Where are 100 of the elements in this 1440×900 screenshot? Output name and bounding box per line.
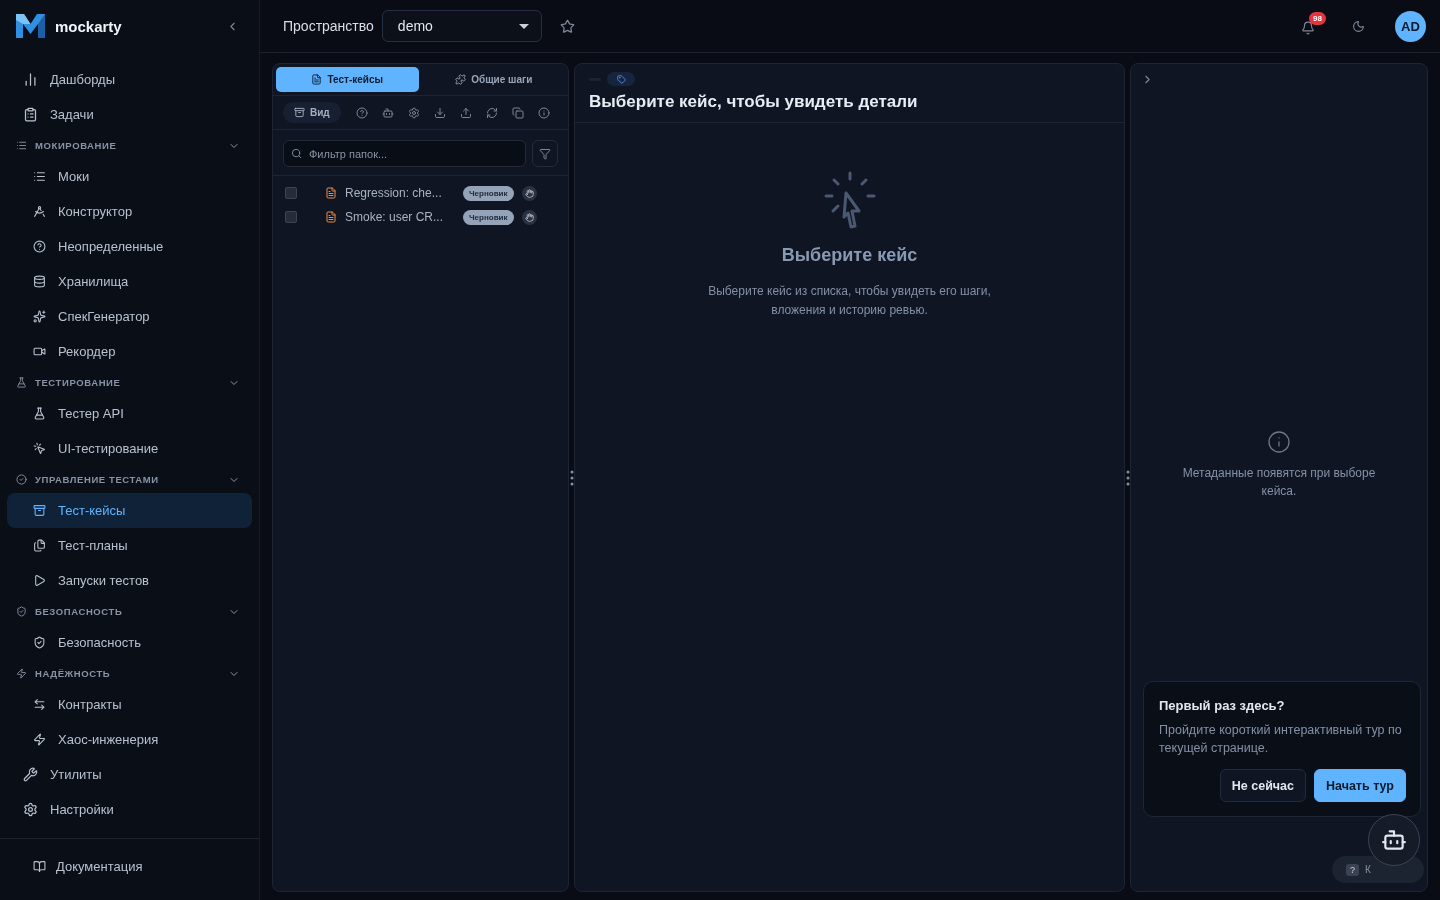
sidebar-section-header[interactable]: УПРАВЛЕНИЕ ТЕСТАМИ [7,466,252,493]
notifications-button[interactable]: 98 [1296,12,1326,40]
sidebar-item[interactable]: Тестер API [7,396,252,431]
document-icon [311,74,323,85]
hand-icon[interactable] [521,185,537,201]
sidebar-item[interactable]: Тест-кейсы [7,493,252,528]
detail-title: Выберите кейс, чтобы увидеть детали [589,92,919,112]
sidebar-item[interactable]: Конструктор [7,194,252,229]
clipboard-icon [23,107,38,122]
documentation-link[interactable]: Документация [0,838,259,894]
sidebar-item[interactable]: Хаос-инженерия [7,722,252,757]
dismiss-button[interactable]: Не сейчас [1219,769,1306,802]
document-icon [325,187,337,199]
robot-icon [1381,827,1407,853]
sidebar-item[interactable]: Дашборды [7,62,252,97]
funnel-icon [539,147,551,160]
sidebar-item[interactable]: Неопределенные [7,229,252,264]
resize-handle-icon[interactable] [569,469,574,486]
pointer-click-icon [33,442,46,455]
help-icon [33,240,46,253]
star-icon [559,18,575,34]
download-icon[interactable] [433,106,446,119]
status-badge: Черновик [463,209,514,225]
row-checkbox[interactable] [285,187,297,199]
sidebar-section-header[interactable]: НАДЁЖНОСТЬ [7,660,252,687]
document-icon [325,211,337,223]
check-circle-icon [16,474,27,485]
robot-icon[interactable] [381,106,394,119]
metadata-empty-text: Метаданные появятся при выборе кейса. [1181,464,1377,500]
sidebar-item[interactable]: Запуски тестов [7,563,252,598]
tour-text: Пройдите короткий интерактивный тур по текущей странице. [1159,722,1403,757]
sidebar-item[interactable]: Контракты [7,687,252,722]
flask-icon [33,407,46,420]
help-icon[interactable] [355,106,368,119]
list-icon [33,170,46,183]
sidebar-section-header[interactable]: МОКИРОВАНИЕ [7,132,252,159]
sidebar-item[interactable]: UI-тестирование [7,431,252,466]
shield-icon [16,606,27,617]
archive-icon [33,504,46,517]
status-badge: Черновик [463,185,514,201]
info-icon [1267,429,1291,454]
arrows-icon [33,698,46,711]
test-case-title[interactable]: Smoke: user CR... [345,210,455,224]
sidebar-item[interactable]: Рекордер [7,334,252,369]
test-case-title[interactable]: Regression: che... [345,186,455,200]
search-icon [291,148,302,159]
brand-name: mockarty [55,17,123,35]
user-avatar[interactable]: AD [1395,10,1426,42]
filter-button[interactable] [532,140,558,167]
archive-icon [294,107,305,118]
upload-icon[interactable] [459,106,472,119]
sidebar-item[interactable]: Безопасность [7,625,252,660]
workspace-select[interactable]: demo [381,10,542,42]
refresh-icon[interactable] [485,106,498,119]
copy-icon[interactable] [511,106,524,119]
workspace-label: Пространство [283,18,374,34]
hand-icon[interactable] [521,209,537,225]
lightning-icon [16,668,27,679]
sidebar-item[interactable]: Задачи [7,97,252,132]
resize-handle-icon[interactable] [1125,469,1130,486]
row-checkbox[interactable] [285,211,297,223]
sidebar-item[interactable]: СпекГенератор [7,299,252,334]
view-button[interactable]: Вид [283,102,341,123]
pointer-click-icon [823,171,876,231]
settings-icon [23,802,38,817]
tab[interactable]: Тест-кейсы [276,67,419,92]
bar-chart-icon [23,72,38,87]
list-icon [16,140,27,151]
compass-icon [33,205,46,218]
database-icon [33,275,46,288]
tour-title: Первый раз здесь? [1159,698,1286,713]
bell-icon [1301,21,1315,35]
info-icon[interactable] [537,106,550,119]
files-icon [33,539,46,552]
logo-icon [16,14,45,38]
empty-state-title: Выберите кейс [781,245,918,266]
play-icon [33,574,46,587]
sidebar-item[interactable]: Утилиты [7,757,252,792]
shield-icon [33,636,46,649]
folder-filter-field[interactable]: Фильтр папок... [283,140,526,167]
moon-icon [1352,19,1365,33]
tag-icon[interactable] [607,72,635,86]
wrench-icon [23,767,38,782]
puzzle-icon [455,74,467,85]
empty-state-text: Выберите кейс из списка, чтобы увидеть его шаги, вложения и историю ревью. [707,283,992,319]
sidebar-item[interactable]: Тест-планы [7,528,252,563]
flask-icon [16,377,27,388]
sparkles-icon [33,310,46,323]
start-tour-button[interactable]: Начать тур [1314,769,1406,802]
video-camera-icon [33,345,46,358]
settings-icon[interactable] [407,106,420,119]
sidebar-item[interactable]: Настройки [7,792,252,827]
lightning-icon [33,733,46,746]
sidebar-item[interactable]: Хранилища [7,264,252,299]
sidebar-item[interactable]: Моки [7,159,252,194]
sidebar-section-header[interactable]: ТЕСТИРОВАНИЕ [7,369,252,396]
help-pill[interactable]: ? К [1332,856,1424,883]
book-icon [33,860,46,873]
tab[interactable]: Общие шаги [422,67,565,92]
sidebar-section-header[interactable]: БЕЗОПАСНОСТЬ [7,598,252,625]
